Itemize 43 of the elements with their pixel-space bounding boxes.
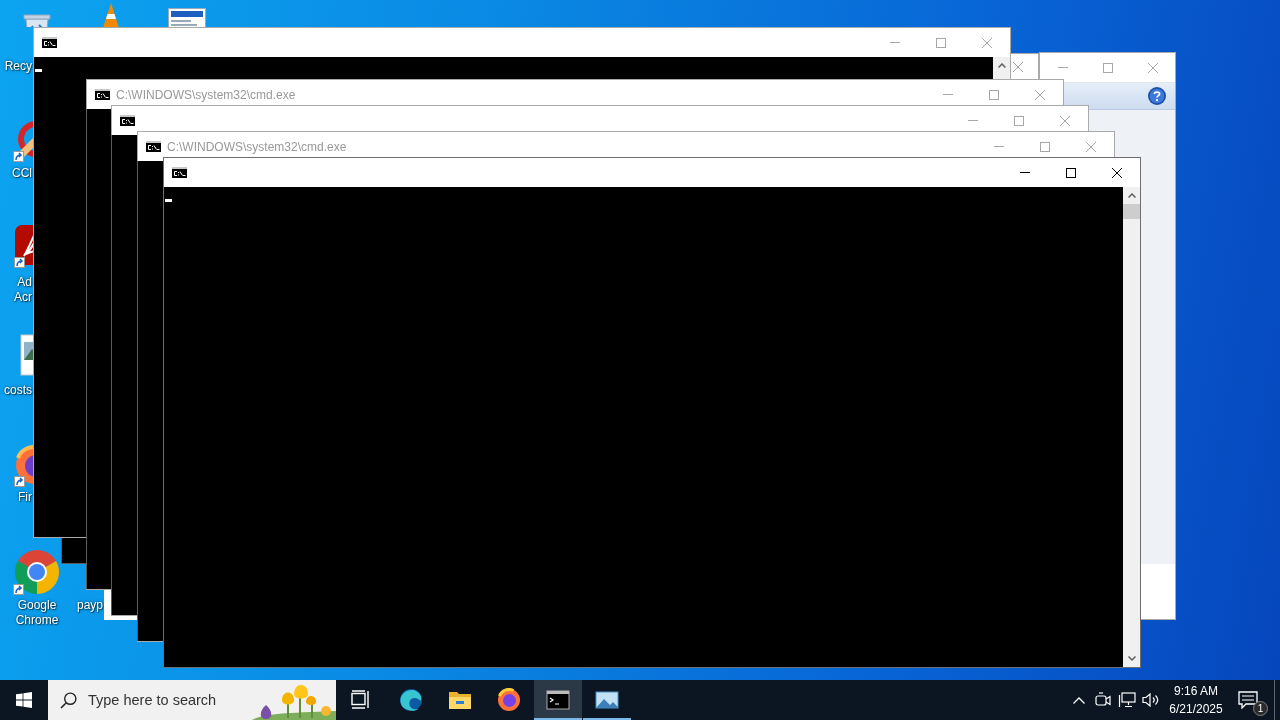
taskbar-button[interactable] <box>534 680 582 720</box>
brush-icon[interactable] <box>12 119 33 163</box>
volume-icon[interactable] <box>1142 692 1160 708</box>
icon-label[interactable]: payp <box>77 598 104 613</box>
clock-time[interactable]: 9:16 AM <box>1174 682 1218 700</box>
terminal-icon[interactable] <box>546 688 570 712</box>
image-file-icon[interactable] <box>20 334 33 376</box>
camera-icon[interactable] <box>1095 692 1111 708</box>
scrollbar-thumb[interactable] <box>1123 204 1140 219</box>
console-icon <box>172 167 187 178</box>
chevron-down-icon[interactable] <box>1127 656 1136 661</box>
picture-icon[interactable] <box>595 688 619 712</box>
minimize-icon[interactable] <box>1057 67 1068 68</box>
scrollbar[interactable] <box>1123 187 1140 667</box>
search-input[interactable]: Type here to search <box>88 692 228 708</box>
console-icon <box>120 115 135 126</box>
start-icon[interactable] <box>16 692 32 708</box>
search-icon[interactable] <box>60 691 77 709</box>
console-icon <box>95 89 110 100</box>
window-title: C:\WINDOWS\system32\cmd.exe <box>116 87 296 102</box>
browser-icon[interactable] <box>399 688 423 712</box>
icon-label[interactable]: costs <box>4 383 32 398</box>
browser-icon[interactable] <box>497 688 521 712</box>
icon-label[interactable]: Google Chrome <box>15 598 59 628</box>
task-view-icon[interactable] <box>350 690 370 710</box>
window-title: C:\WINDOWS\system32\cmd.exe <box>167 139 347 154</box>
maximize-icon[interactable] <box>1066 167 1076 178</box>
close-icon[interactable] <box>1112 167 1122 178</box>
pdf-icon[interactable] <box>14 224 33 269</box>
icon-label[interactable]: CCl <box>12 166 32 181</box>
clock-date[interactable]: 6/21/2025 <box>1169 700 1223 718</box>
search-box[interactable]: Type here to search <box>48 680 336 720</box>
console-icon <box>146 141 161 152</box>
notification-badge: 1 <box>1253 701 1268 716</box>
icon-label[interactable]: Ad Acr <box>14 275 32 305</box>
icon-label[interactable]: Fir <box>18 490 32 505</box>
network-icon[interactable] <box>1118 692 1136 708</box>
icon-label[interactable]: Recy <box>4 59 32 74</box>
document-icon[interactable] <box>168 8 206 27</box>
console-icon <box>42 37 57 48</box>
help-icon[interactable] <box>1148 87 1166 105</box>
notification-icon[interactable] <box>1238 691 1258 709</box>
notification-button[interactable]: 1 <box>1226 680 1270 720</box>
